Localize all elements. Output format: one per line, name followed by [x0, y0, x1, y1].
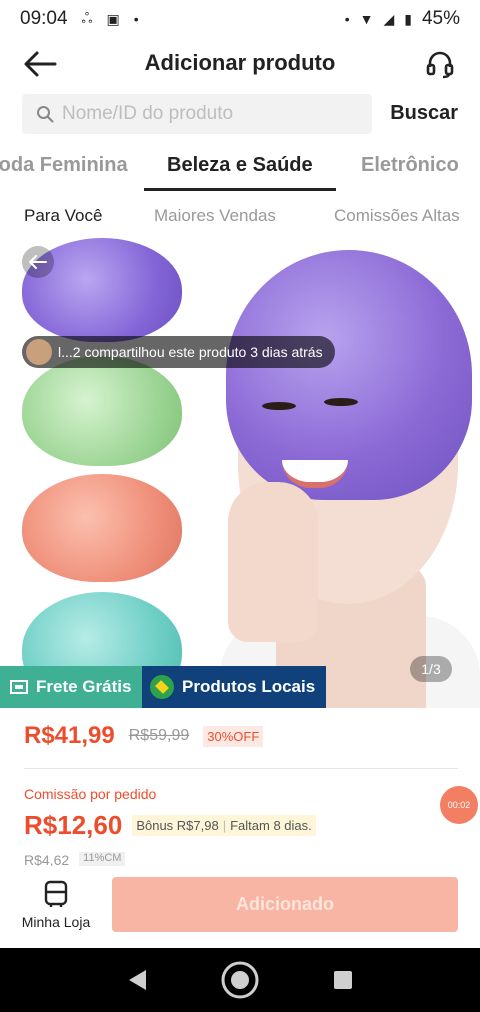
truck-icon	[10, 680, 28, 694]
search-icon	[37, 106, 54, 123]
status-time: 09:04	[20, 8, 68, 29]
local-products-badge: Produtos Locais	[142, 666, 326, 708]
search-box	[22, 94, 372, 134]
nav-recents-icon[interactable]	[332, 969, 354, 991]
share-notice: l...2 compartilhou este produto 3 dias a…	[22, 336, 335, 368]
free-shipping-badge: Frete Grátis	[0, 666, 142, 708]
support-button[interactable]	[420, 44, 460, 84]
shopping-bag-icon: ▣	[106, 10, 120, 27]
bonus-amount: Bônus R$7,98	[136, 818, 219, 833]
image-back-button[interactable]	[22, 246, 54, 278]
back-arrow-icon	[29, 255, 47, 269]
model-cap	[226, 250, 472, 500]
bonus-remaining: Faltam 8 dias.	[230, 818, 312, 833]
model-hand	[228, 482, 318, 642]
battery-icon: ▮	[404, 10, 412, 27]
peach-cap-image	[22, 474, 182, 582]
back-arrow-icon	[24, 51, 57, 77]
price-row: R$41,99 R$59,99 30%OFF	[24, 722, 264, 750]
search-row: Buscar	[0, 94, 480, 134]
category-tabs: Moda Feminina Beleza e Saúde Eletrônico	[0, 142, 480, 192]
product-price: R$41,99	[24, 722, 115, 749]
wifi-icon: ▼	[359, 11, 374, 27]
product-image[interactable]: l...2 compartilhou este produto 3 dias a…	[0, 236, 480, 708]
search-input[interactable]	[62, 103, 352, 125]
dot-icon: •	[133, 11, 139, 27]
model-eye	[324, 398, 358, 406]
nav-home-icon[interactable]	[220, 960, 260, 1000]
battery-level: 45%	[421, 8, 460, 29]
tab-moda-feminina[interactable]: Moda Feminina	[0, 154, 128, 177]
status-bar: 09:04 ஃ ▣ • • ▼ ◢ ▮ 45%	[0, 0, 480, 38]
headset-icon	[426, 51, 454, 79]
commission-row: R$12,60 Bônus R$7,98 | Faltam 8 dias.	[24, 810, 316, 841]
avatar	[26, 339, 52, 365]
discount-badge: 30%OFF	[203, 725, 264, 747]
commission-label: Comissão por pedido	[24, 786, 157, 802]
bottom-action-bar: Minha Loja Adicionado	[0, 866, 480, 948]
sub-tabs: Para Você Maiores Vendas Comissões Altas	[0, 204, 480, 230]
subtab-maiores-vendas[interactable]: Maiores Vendas	[154, 206, 276, 226]
subtab-para-voce[interactable]: Para Você	[24, 206, 102, 226]
free-shipping-label: Frete Grátis	[36, 677, 132, 696]
system-nav-bar	[0, 948, 480, 1012]
partial-percent: 11%CM	[79, 852, 126, 866]
subtab-comissoes-altas[interactable]: Comissões Altas	[334, 206, 460, 226]
product-badges: Frete Grátis Produtos Locais	[0, 666, 326, 708]
model-eye	[262, 402, 296, 410]
image-page-indicator: 1/3	[410, 656, 452, 682]
search-button[interactable]: Buscar	[390, 102, 458, 125]
store-icon	[44, 880, 68, 907]
divider	[24, 768, 458, 769]
notification-icon: ஃ	[81, 9, 93, 26]
page-title: Adicionar produto	[144, 50, 336, 75]
partial-commission-row: R$4,62 11%CM	[24, 852, 126, 866]
original-price: R$59,99	[128, 727, 190, 744]
commission-value: R$12,60	[24, 810, 123, 840]
share-notice-text: l...2 compartilhou este produto 3 dias a…	[58, 344, 323, 360]
nav-back-icon[interactable]	[126, 968, 148, 992]
header: Adicionar produto	[0, 38, 480, 88]
tab-beleza-e-saude[interactable]: Beleza e Saúde	[167, 154, 313, 177]
my-store-label: Minha Loja	[21, 914, 91, 930]
brazil-flag-icon	[150, 675, 174, 699]
my-store-button[interactable]: Minha Loja	[18, 880, 94, 936]
local-products-label: Produtos Locais	[182, 677, 316, 696]
tab-eletronico[interactable]: Eletrônico	[361, 154, 459, 177]
signal-icon: ◢	[383, 10, 395, 27]
added-button[interactable]: Adicionado	[112, 877, 458, 932]
floating-timer[interactable]: 00:02	[440, 786, 478, 824]
active-tab-indicator	[144, 188, 336, 191]
green-cap-image	[22, 356, 182, 466]
back-button[interactable]	[20, 44, 60, 84]
dot-icon: •	[344, 11, 350, 27]
bonus-badge: Bônus R$7,98 | Faltam 8 dias.	[132, 815, 316, 836]
partial-value: R$4,62	[24, 852, 70, 866]
